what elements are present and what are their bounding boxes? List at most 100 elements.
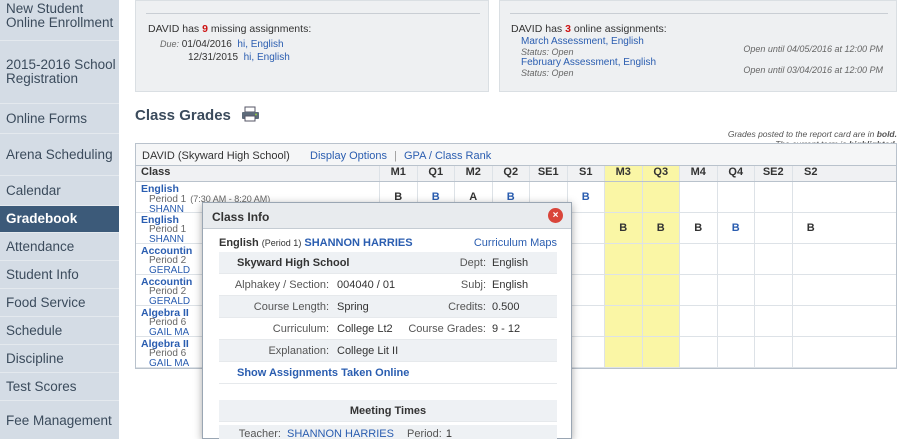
meeting-times-title: Meeting Times (219, 400, 557, 422)
info-row: Course Length: Spring Credits: 0.500 (219, 296, 557, 318)
grade-cell (641, 182, 679, 212)
grade-cell (679, 244, 717, 274)
grade-cell (754, 213, 792, 243)
grade-cell (754, 275, 792, 305)
sidebar-item-arena-scheduling[interactable]: Arena Scheduling (0, 134, 119, 176)
sidebar-item-label: New Student Online Enrollment (6, 1, 114, 30)
column-header: Q2 (491, 166, 530, 181)
sidebar-item-label: Student Info (6, 266, 79, 282)
grade-cell (791, 337, 830, 367)
grade-cell (754, 337, 792, 367)
grades-tab-bar: DAVID (Skyward High School) Display Opti… (136, 144, 896, 166)
sidebar-item-label: Fee Management (6, 412, 112, 428)
sidebar-item-discipline[interactable]: Discipline (0, 345, 119, 373)
assignment-link[interactable]: hi, English (244, 52, 290, 63)
grade-cell[interactable]: B (641, 213, 679, 243)
online-assignments-panel: DAVID has 3 online assignments: March As… (499, 0, 897, 92)
sidebar-item-schedule[interactable]: Schedule (0, 317, 119, 345)
grade-cell (604, 275, 642, 305)
popup-title: Class Info (212, 210, 270, 224)
grade-cell (604, 244, 642, 274)
grade-cell (566, 306, 605, 336)
sidebar-item-school-registration[interactable]: 2015-2016 School Registration (0, 41, 119, 104)
grade-cell (566, 213, 605, 243)
info-row: Alphakey / Section: 004040 / 01 Subj: En… (219, 274, 557, 296)
display-options-link[interactable]: Display Options (310, 150, 387, 162)
info-row: Explanation: College Lit II (219, 340, 557, 362)
school-name: Skyward High School (237, 256, 350, 269)
grade-cell (791, 306, 830, 336)
sidebar-item-label: 2015-2016 School Registration (6, 57, 116, 86)
show-assignments-link[interactable]: Show Assignments Taken Online (219, 367, 409, 379)
grade-cell[interactable]: B (791, 213, 830, 243)
column-header: Q3 (641, 166, 679, 181)
grade-cell[interactable]: B (566, 182, 605, 212)
gpa-class-rank-link[interactable]: GPA / Class Rank (404, 150, 491, 162)
grade-cell (566, 337, 605, 367)
sidebar-item-calendar[interactable]: Calendar (0, 176, 119, 206)
sidebar-item-fee-management[interactable]: Fee Management (0, 401, 119, 439)
column-header: Q1 (416, 166, 455, 181)
sidebar-item-student-info[interactable]: Student Info (0, 261, 119, 289)
grade-cell (716, 337, 755, 367)
list-item: 12/31/2015 hi, English (188, 52, 290, 63)
grade-cell (716, 275, 755, 305)
popup-header: Class Info × (203, 203, 571, 229)
missing-assignments-header: DAVID has 9 missing assignments: (148, 23, 312, 35)
grade-cell (641, 275, 679, 305)
info-row: Show Assignments Taken Online (219, 362, 557, 384)
grade-cell (641, 337, 679, 367)
grade-cell (716, 182, 755, 212)
grade-cell (566, 275, 605, 305)
sidebar-item-label: Food Service (6, 294, 86, 310)
popup-course-line: English (Period 1) SHANNON HARRIES Curri… (219, 237, 557, 249)
online-count: 3 (565, 23, 571, 35)
list-item: March Assessment, English Status: Open O… (521, 37, 891, 58)
grade-cell[interactable]: B (716, 213, 755, 243)
grade-cell (791, 182, 830, 212)
missing-assignments-panel: DAVID has 9 missing assignments: Due: 01… (135, 0, 489, 92)
sidebar-item-online-enrollment[interactable]: New Student Online Enrollment (0, 0, 119, 41)
grade-cell (604, 306, 642, 336)
list-item: February Assessment, English Status: Ope… (521, 58, 891, 79)
grade-cell (716, 244, 755, 274)
grade-cell (716, 306, 755, 336)
grade-cell (679, 337, 717, 367)
grade-cell (604, 337, 642, 367)
class-info-table: Skyward High School Dept: English Alphak… (219, 252, 557, 384)
grade-cell[interactable]: B (604, 213, 642, 243)
class-info-popup: Class Info × English (Period 1) SHANNON … (202, 202, 572, 439)
sidebar-item-attendance[interactable]: Attendance (0, 233, 119, 261)
grade-cell[interactable]: B (679, 213, 717, 243)
printer-icon[interactable] (241, 106, 261, 126)
column-header: M1 (379, 166, 417, 181)
sidebar-item-label: Discipline (6, 350, 64, 366)
main-content: DAVID has 9 missing assignments: Due: 01… (119, 0, 901, 439)
class-grades-title: Class Grades (135, 106, 261, 126)
tab-student[interactable]: DAVID (Skyward High School) (142, 150, 290, 162)
column-header: SE1 (529, 166, 567, 181)
grade-cell (641, 306, 679, 336)
grade-cell (679, 275, 717, 305)
grade-cell (791, 244, 830, 274)
grade-cell (791, 275, 830, 305)
meeting-times-row: Teacher: SHANNON HARRIES Period: 1 (219, 425, 557, 439)
grade-cell (641, 244, 679, 274)
curriculum-maps-link[interactable]: Curriculum Maps (474, 237, 557, 249)
sidebar-item-test-scores[interactable]: Test Scores (0, 373, 119, 401)
column-header: M3 (604, 166, 642, 181)
grade-cell (754, 244, 792, 274)
column-header: Q4 (716, 166, 755, 181)
column-header: SE2 (754, 166, 792, 181)
class-name-link[interactable]: English (141, 184, 379, 195)
teacher-link[interactable]: SHANNON HARRIES (304, 237, 412, 249)
grade-cell (754, 306, 792, 336)
grade-cell (754, 182, 792, 212)
meeting-teacher-link[interactable]: SHANNON HARRIES (287, 428, 407, 439)
close-icon[interactable]: × (548, 208, 563, 223)
sidebar-item-gradebook[interactable]: Gradebook (0, 206, 119, 233)
sidebar-item-online-forms[interactable]: Online Forms (0, 104, 119, 134)
sidebar-item-food-service[interactable]: Food Service (0, 289, 119, 317)
assignment-link[interactable]: hi, English (237, 39, 283, 50)
column-header: M4 (679, 166, 717, 181)
